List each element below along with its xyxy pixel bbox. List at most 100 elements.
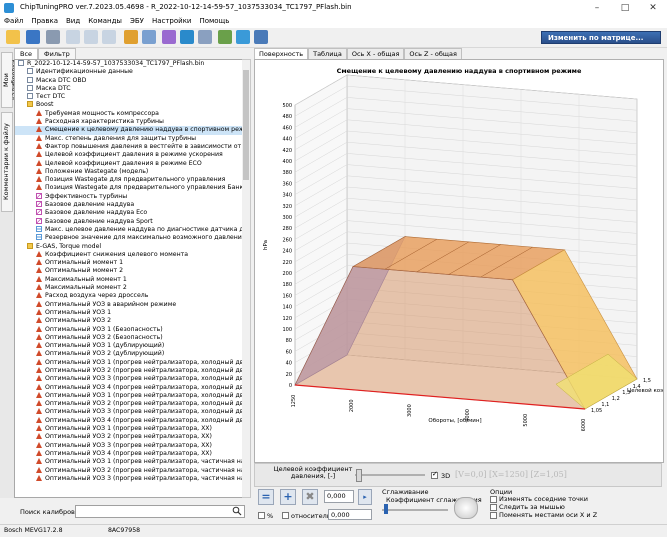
tree-item[interactable]: Резервное значение для максимально возмо… — [15, 234, 243, 242]
tree-item[interactable]: Оптимальный УОЗ 2 — [15, 317, 243, 325]
side-tab-file-comments[interactable]: Комментарии к файлу — [1, 112, 13, 212]
tree-item[interactable]: Максимальный момент 2 — [15, 284, 243, 292]
tree-item[interactable]: Оптимальный УОЗ 2 (прогрев нейтрализатор… — [15, 466, 243, 475]
checkbox-3d[interactable]: ✓ — [431, 470, 438, 479]
apply-button[interactable]: ▸ — [358, 489, 372, 505]
tree-item[interactable]: Позиция Wastegate для предварительного у… — [15, 184, 243, 192]
minimize-icon[interactable]: – — [583, 0, 611, 16]
open-folder-icon[interactable] — [6, 30, 20, 44]
cut-icon[interactable] — [66, 30, 80, 44]
smoothing-thumb[interactable] — [384, 504, 388, 514]
tree-item[interactable]: Целевой коэффициент давления в режиме EC… — [15, 159, 243, 168]
tree-item[interactable]: Оптимальный УОЗ 3 (прогрев нейтрализатор… — [15, 474, 243, 483]
paste-icon[interactable] — [102, 30, 116, 44]
tree-item[interactable]: Оптимальный УОЗ 2 (дублирующий) — [15, 350, 243, 358]
tree-item[interactable]: Оптимальный УОЗ 3 (прогрев нейтрализатор… — [15, 375, 243, 383]
print-icon[interactable] — [46, 30, 60, 44]
undo-icon[interactable] — [124, 30, 138, 44]
relative-input[interactable]: 0,000 — [328, 509, 372, 520]
tree-item[interactable]: E-GAS, Torque model — [15, 242, 243, 251]
smoothing-slider[interactable] — [382, 509, 448, 511]
search-icon[interactable] — [142, 30, 156, 44]
tree-item[interactable]: Оптимальный УОЗ 2 (Безопасность) — [15, 333, 243, 342]
surface-plot-panel[interactable]: Смещение к целевому давлению наддува в с… — [254, 59, 667, 463]
tree-item[interactable]: Позиция Wastegate для предварительного у… — [15, 176, 243, 184]
menu-view[interactable]: Вид — [62, 16, 84, 25]
tree-item[interactable]: Оптимальный УОЗ 1 (прогрев нейтрализатор… — [15, 391, 243, 400]
tree-item[interactable]: Расход воздуха через дроссель — [15, 292, 243, 300]
tree-item[interactable]: Маска DTC — [15, 84, 243, 93]
tree-item[interactable]: Оптимальный УОЗ 4 (прогрев нейтрализатор… — [15, 416, 243, 425]
tree-item[interactable]: Смещение к целевому давлению наддува в с… — [15, 126, 243, 135]
tree-item[interactable]: Базовое давление наддува Eco — [15, 209, 243, 217]
smooth-apply-icon[interactable] — [454, 497, 478, 519]
compare-icon[interactable] — [162, 30, 176, 44]
option-swap-checkbox[interactable] — [490, 512, 497, 519]
tree-item[interactable]: Базовое давление наддува Sport — [15, 217, 243, 226]
search-icon[interactable] — [232, 506, 242, 516]
tree-item[interactable]: Оптимальный УОЗ 2 (прогрев нейтрализатор… — [15, 433, 243, 441]
percent-checkbox[interactable] — [258, 512, 265, 519]
tree-item[interactable]: Расходная характеристика турбины — [15, 118, 243, 126]
menu-commands[interactable]: Команды — [84, 16, 126, 25]
help-icon[interactable] — [254, 30, 268, 44]
tree-item[interactable]: Оптимальный УОЗ в аварийном режиме — [15, 300, 243, 309]
surface-chart[interactable]: Смещение к целевому давлению наддува в с… — [255, 60, 667, 462]
menu-file[interactable]: Файл — [0, 16, 27, 25]
equals-button[interactable]: = — [258, 489, 274, 505]
tab-all[interactable]: Все — [14, 48, 39, 59]
scroll-thumb[interactable] — [243, 70, 249, 180]
add-button[interactable]: + — [280, 489, 296, 505]
tree-scrollbar[interactable] — [242, 59, 251, 498]
tree-item[interactable]: Оптимальный УОЗ 4 (прогрев нейтрализатор… — [15, 449, 243, 458]
tree-item[interactable]: Оптимальный УОЗ 3 (прогрев нейтрализатор… — [15, 408, 243, 416]
menu-help[interactable]: Помощь — [195, 16, 233, 25]
tree-item[interactable]: Маска DTC OBD — [15, 76, 243, 85]
change-by-matrix-button[interactable]: Изменить по матрице... — [541, 31, 661, 44]
close-icon[interactable]: ✕ — [639, 0, 667, 16]
axis-slider[interactable] — [355, 474, 425, 476]
tab-filter[interactable]: Фильтр — [38, 48, 76, 59]
tree-item[interactable]: R_2022-10-12-14-59-57_1037533034_TC1797_… — [15, 60, 243, 68]
copy-icon[interactable] — [84, 30, 98, 44]
multiply-button[interactable]: ✖ — [302, 489, 318, 505]
tree-item[interactable]: Оптимальный УОЗ 1 (прогрев нейтрализатор… — [15, 358, 243, 367]
tree-item[interactable]: Макс. целевое давление наддува по диагно… — [15, 225, 243, 234]
tree-item[interactable]: Идентификационные данные — [15, 68, 243, 76]
tree-item[interactable]: Положение Wastegate (модель) — [15, 167, 243, 176]
option-follow-checkbox[interactable] — [490, 504, 497, 511]
slider-thumb[interactable] — [356, 469, 362, 482]
tree-item[interactable]: Максимальный момент 1 — [15, 275, 243, 284]
tools-icon[interactable] — [218, 30, 232, 44]
tree-item[interactable]: Оптимальный УОЗ 1 — [15, 308, 243, 317]
tree-item[interactable]: Эффективность турбины — [15, 192, 243, 201]
menu-settings[interactable]: Настройки — [148, 16, 196, 25]
tree-item[interactable]: Целевой коэффициент давления в режиме ус… — [15, 151, 243, 159]
tree-item[interactable]: Тест DTC — [15, 93, 243, 101]
tree-item[interactable]: Коэффициент снижения целевого момента — [15, 250, 243, 259]
value-input[interactable]: 0,000 — [324, 490, 354, 503]
tab-table[interactable]: Таблица — [308, 48, 347, 59]
zoom-icon[interactable] — [198, 30, 212, 44]
tree-item[interactable]: Макс. степень давления для защиты турбин… — [15, 134, 243, 143]
diamond-icon[interactable] — [180, 30, 194, 44]
tree-item[interactable]: Boost — [15, 101, 243, 109]
tab-surface[interactable]: Поверхность — [254, 48, 309, 59]
menu-edit[interactable]: Правка — [27, 16, 62, 25]
tab-axis-z[interactable]: Ось Z - общая — [404, 48, 462, 59]
menu-ecu[interactable]: ЭБУ — [126, 16, 148, 25]
tree-item[interactable]: Оптимальный УОЗ 3 (прогрев нейтрализатор… — [15, 441, 243, 450]
tree-item[interactable]: Оптимальный УОЗ 1 (Безопасность) — [15, 325, 243, 334]
relative-checkbox[interactable] — [282, 512, 289, 519]
maximize-icon[interactable]: □ — [611, 0, 639, 16]
tree-item[interactable]: Оптимальный УОЗ 4 (прогрев нейтрализатор… — [15, 383, 243, 392]
tree-item[interactable]: Оптимальный момент 2 — [15, 267, 243, 275]
side-tab-my-calibrations[interactable]: Мои калибровки — [1, 52, 18, 108]
tree-item[interactable]: Базовое давление наддува — [15, 201, 243, 209]
search-input[interactable] — [75, 505, 245, 518]
option-adjacent-checkbox[interactable] — [490, 496, 497, 503]
tree-item[interactable]: Требуемая мощность компрессора — [15, 109, 243, 118]
tree-item[interactable]: Оптимальный УОЗ 1 (прогрев нейтрализатор… — [15, 458, 243, 466]
save-icon[interactable] — [26, 30, 40, 44]
globe-icon[interactable] — [236, 30, 250, 44]
